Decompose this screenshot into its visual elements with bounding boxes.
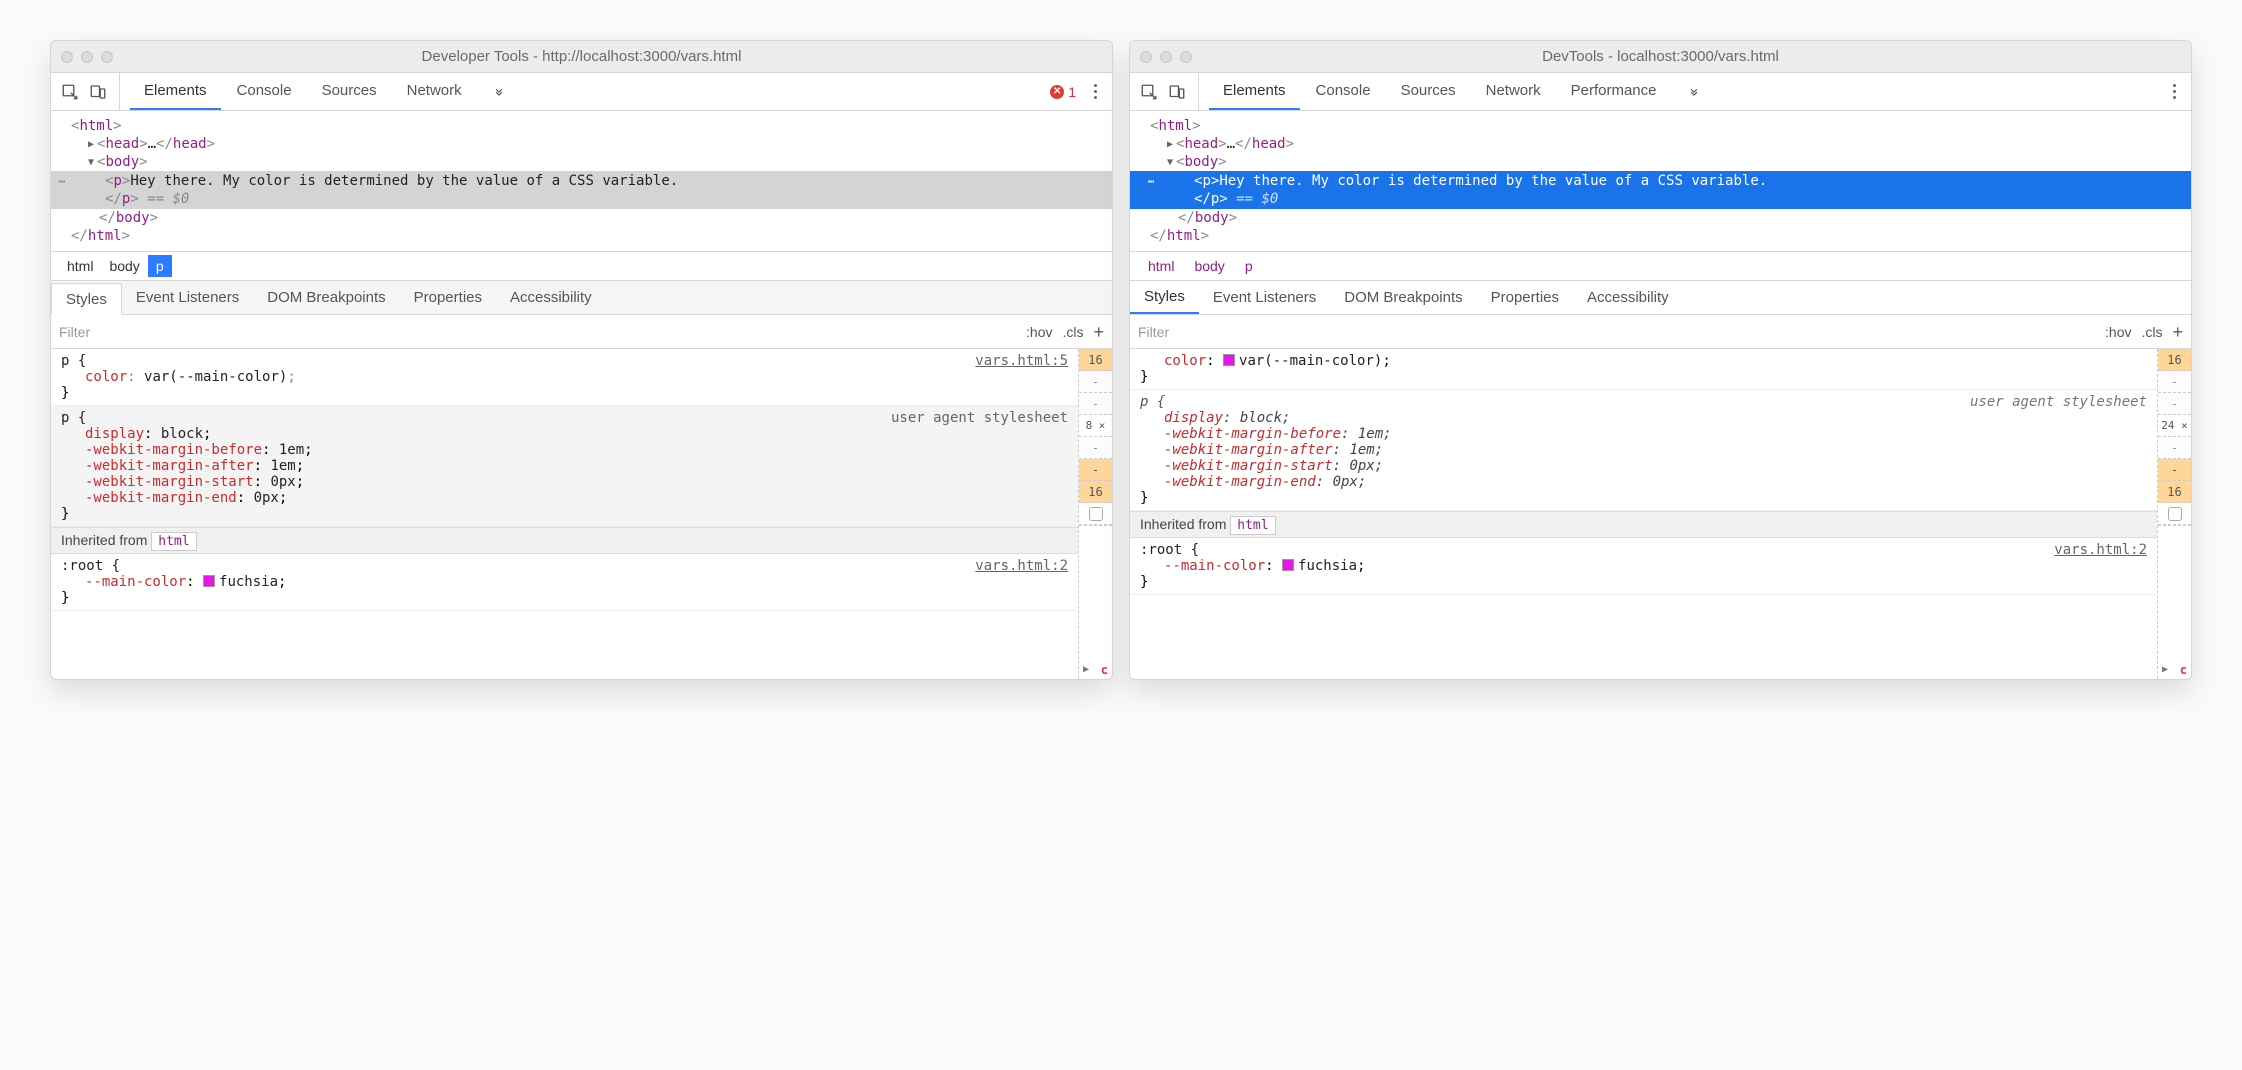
tab-network[interactable]: Network: [393, 73, 476, 110]
cls-toggle[interactable]: .cls: [2141, 324, 2162, 340]
crumb-html[interactable]: html: [1138, 255, 1184, 277]
checkbox[interactable]: [2168, 507, 2182, 521]
window-title: Developer Tools - http://localhost:3000/…: [51, 48, 1112, 65]
inspect-icon[interactable]: [1138, 81, 1160, 103]
stab-properties[interactable]: Properties: [400, 281, 496, 314]
new-rule-icon[interactable]: +: [2172, 323, 2183, 341]
cls-toggle[interactable]: .cls: [1062, 324, 1083, 340]
ruler-cell: 16: [1079, 349, 1112, 371]
device-icon[interactable]: [1166, 81, 1188, 103]
selected-p-node[interactable]: ⋯<p>Hey there. My color is determined by…: [51, 171, 1112, 209]
new-rule-icon[interactable]: +: [1093, 323, 1104, 341]
crumb-body[interactable]: body: [1184, 255, 1234, 277]
panel-tabs: Elements Console Sources Network: [130, 73, 520, 110]
styles-body: color: var(--main-color); } p {user agen…: [1130, 349, 2191, 679]
devtools-window-b: DevTools - localhost:3000/vars.html Elem…: [1129, 40, 2192, 680]
main-toolbar: Elements Console Sources Network ✕ 1: [51, 73, 1112, 111]
main-toolbar: Elements Console Sources Network Perform…: [1130, 73, 2191, 111]
styles-filter-row: Filter :hov .cls +: [51, 315, 1112, 349]
zoom-dot[interactable]: [1180, 51, 1192, 63]
tab-performance[interactable]: Performance: [1557, 73, 1671, 110]
crumb-p[interactable]: p: [148, 255, 172, 277]
hov-toggle[interactable]: :hov: [2105, 324, 2131, 340]
breadcrumb: html body p: [51, 251, 1112, 281]
color-swatch-icon[interactable]: [1282, 559, 1294, 571]
breadcrumb: html body p: [1130, 251, 2191, 281]
error-count[interactable]: ✕ 1: [1050, 84, 1076, 100]
stab-event-listeners[interactable]: Event Listeners: [122, 281, 253, 314]
tab-console[interactable]: Console: [1302, 73, 1385, 110]
tabs-overflow-icon[interactable]: [1673, 73, 1715, 110]
gutter-icon: ⋯: [51, 175, 71, 188]
elements-tree[interactable]: <html> ▶<head>…</head> ▼<body> ⋯<p>Hey t…: [1130, 111, 2191, 251]
tabs-overflow-icon[interactable]: [478, 73, 520, 110]
crumb-p[interactable]: p: [1235, 255, 1263, 277]
rule-root[interactable]: :root {vars.html:2 --main-color: fuchsia…: [1130, 538, 2157, 595]
checkbox[interactable]: [1089, 507, 1103, 521]
stab-accessibility[interactable]: Accessibility: [496, 281, 606, 314]
inherited-from-row: Inherited from html: [1130, 511, 2157, 538]
stab-event-listeners[interactable]: Event Listeners: [1199, 281, 1330, 314]
styles-panel-tabs: Styles Event Listeners DOM Breakpoints P…: [1130, 281, 2191, 315]
inherited-from-row: Inherited from html: [51, 527, 1078, 554]
close-dot[interactable]: [61, 51, 73, 63]
rule-p-ua[interactable]: p {user agent stylesheet display: block;…: [51, 406, 1078, 527]
tab-elements[interactable]: Elements: [1209, 73, 1300, 110]
rule-p-author[interactable]: p {vars.html:5 color: var(--main-color);…: [51, 349, 1078, 406]
color-swatch-icon[interactable]: [203, 575, 215, 587]
rule-p-ua[interactable]: p {user agent stylesheet display: block;…: [1130, 390, 2157, 511]
stab-properties[interactable]: Properties: [1477, 281, 1573, 314]
hov-toggle[interactable]: :hov: [1026, 324, 1052, 340]
titlebar[interactable]: DevTools - localhost:3000/vars.html: [1130, 41, 2191, 73]
traffic-lights: [61, 51, 113, 63]
titlebar[interactable]: Developer Tools - http://localhost:3000/…: [51, 41, 1112, 73]
styles-panel-tabs: Styles Event Listeners DOM Breakpoints P…: [51, 281, 1112, 315]
window-title: DevTools - localhost:3000/vars.html: [1130, 48, 2191, 65]
device-icon[interactable]: [87, 81, 109, 103]
styles-filter-row: Filter :hov .cls +: [1130, 315, 2191, 349]
selected-p-node[interactable]: ⋯<p>Hey there. My color is determined by…: [1130, 171, 2191, 209]
tab-console[interactable]: Console: [223, 73, 306, 110]
settings-menu-icon[interactable]: [1086, 84, 1104, 99]
source-link[interactable]: vars.html:2: [2054, 542, 2147, 558]
crumb-html[interactable]: html: [59, 255, 101, 277]
stab-styles[interactable]: Styles: [1130, 281, 1199, 314]
metrics-ruler: 16 - - 8 × - - 16 ▶c: [1078, 349, 1112, 679]
tab-sources[interactable]: Sources: [1387, 73, 1470, 110]
crumb-body[interactable]: body: [101, 255, 147, 277]
expand-icon: ▶: [1083, 664, 1089, 675]
zoom-dot[interactable]: [101, 51, 113, 63]
stab-styles[interactable]: Styles: [51, 283, 122, 315]
metrics-ruler: 16 - - 24 × - - 16 ▶c: [2157, 349, 2191, 679]
tab-sources[interactable]: Sources: [308, 73, 391, 110]
close-dot[interactable]: [1140, 51, 1152, 63]
source-link[interactable]: vars.html:5: [975, 353, 1068, 369]
minimize-dot[interactable]: [1160, 51, 1172, 63]
error-icon: ✕: [1050, 85, 1064, 99]
color-swatch-icon[interactable]: [1223, 354, 1235, 366]
traffic-lights: [1140, 51, 1192, 63]
rule-p-author[interactable]: color: var(--main-color); }: [1130, 349, 2157, 390]
rule-root[interactable]: :root {vars.html:2 --main-color: fuchsia…: [51, 554, 1078, 611]
settings-menu-icon[interactable]: [2165, 84, 2183, 99]
gutter-icon: ⋯: [1140, 175, 1160, 188]
stab-dom-breakpoints[interactable]: DOM Breakpoints: [1330, 281, 1476, 314]
styles-filter-input[interactable]: Filter: [59, 324, 1026, 340]
styles-filter-input[interactable]: Filter: [1138, 324, 2105, 340]
tab-elements[interactable]: Elements: [130, 73, 221, 110]
source-link[interactable]: vars.html:2: [975, 558, 1068, 574]
tab-network[interactable]: Network: [1472, 73, 1555, 110]
inherited-from-tag[interactable]: html: [1230, 516, 1275, 535]
expand-icon: ▶: [2162, 664, 2168, 675]
error-count-value: 1: [1068, 84, 1076, 100]
minimize-dot[interactable]: [81, 51, 93, 63]
inspect-icon[interactable]: [59, 81, 81, 103]
inherited-from-tag[interactable]: html: [151, 532, 196, 551]
styles-body: p {vars.html:5 color: var(--main-color);…: [51, 349, 1112, 679]
stab-accessibility[interactable]: Accessibility: [1573, 281, 1683, 314]
stab-dom-breakpoints[interactable]: DOM Breakpoints: [253, 281, 399, 314]
panel-tabs: Elements Console Sources Network Perform…: [1209, 73, 1715, 110]
devtools-window-a: Developer Tools - http://localhost:3000/…: [50, 40, 1113, 680]
elements-tree[interactable]: <html> ▶<head>…</head> ▼<body> ⋯<p>Hey t…: [51, 111, 1112, 251]
